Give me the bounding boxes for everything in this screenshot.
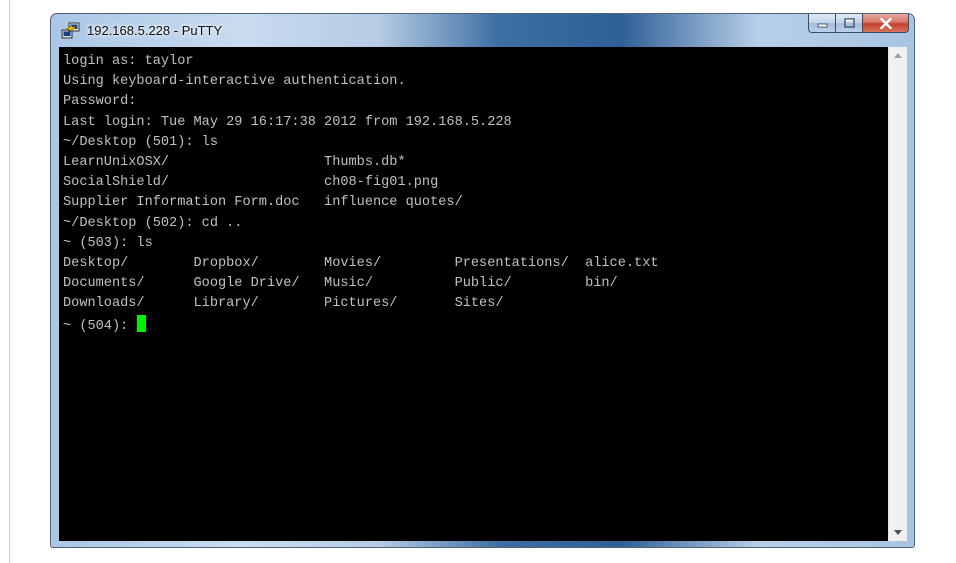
terminal-line: LearnUnixOSX/ Thumbs.db* — [63, 155, 406, 171]
putty-icon[interactable] — [61, 22, 81, 40]
scroll-down-button[interactable] — [889, 524, 907, 541]
scroll-up-button[interactable] — [889, 47, 907, 64]
page-margin-rule — [9, 0, 10, 563]
title-bar[interactable]: 192.168.5.228 - PuTTY — [51, 14, 914, 47]
terminal-line: ~/Desktop (501): ls — [63, 134, 218, 150]
terminal-output: login as: taylor Using keyboard-interact… — [59, 47, 888, 337]
terminal-line: Supplier Information Form.doc influence … — [63, 195, 463, 211]
terminal-line: Using keyboard-interactive authenticatio… — [63, 74, 406, 90]
scroll-up-arrow-icon — [894, 53, 902, 58]
terminal-line: Desktop/ Dropbox/ Movies/ Presentations/… — [63, 256, 659, 272]
terminal-line: ~ (503): ls — [63, 235, 153, 251]
maximize-button[interactable] — [835, 14, 862, 33]
terminal-line: Documents/ Google Drive/ Music/ Public/ … — [63, 276, 618, 292]
window-title: 192.168.5.228 - PuTTY — [87, 23, 223, 38]
command-prompt: ~ (504): — [63, 318, 137, 334]
vertical-scrollbar[interactable] — [888, 47, 907, 541]
terminal-line: Downloads/ Library/ Pictures/ Sites/ — [63, 296, 504, 312]
terminal-area[interactable]: login as: taylor Using keyboard-interact… — [59, 47, 888, 541]
minimize-icon — [817, 23, 827, 27]
scroll-down-arrow-icon — [894, 530, 902, 535]
terminal-line: ~/Desktop (502): cd .. — [63, 215, 243, 231]
terminal-line: login as: taylor — [63, 54, 194, 69]
caption-buttons — [808, 14, 909, 34]
close-button[interactable] — [862, 14, 909, 33]
terminal-line: SocialShield/ ch08-fig01.png — [63, 175, 439, 191]
putty-window[interactable]: 192.168.5.228 - PuTTY login as: taylor U… — [50, 13, 915, 548]
terminal-line: Last login: Tue May 29 16:17:38 2012 fro… — [63, 114, 512, 130]
terminal-cursor — [137, 314, 147, 332]
terminal-line: Password: — [63, 94, 137, 110]
minimize-button[interactable] — [808, 14, 835, 33]
maximize-icon — [843, 18, 855, 28]
close-icon — [879, 17, 892, 29]
